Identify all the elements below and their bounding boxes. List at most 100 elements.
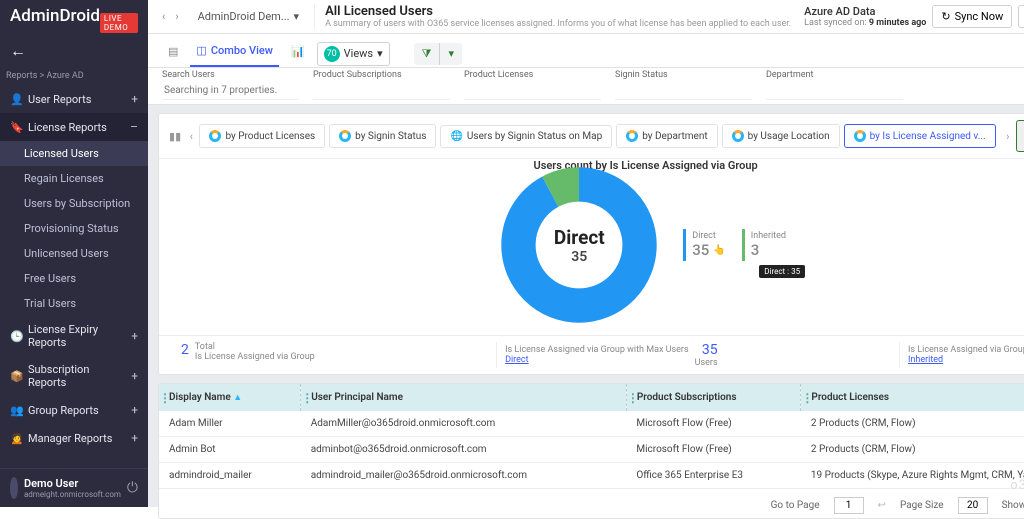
filter-department[interactable]: Department bbox=[766, 68, 903, 100]
tabs-next-icon[interactable]: › bbox=[1000, 130, 1016, 143]
expand-icon[interactable]: + bbox=[131, 403, 138, 417]
search-users-label: Search Users bbox=[162, 70, 299, 80]
tab-license-assigned[interactable]: by Is License Assigned v... bbox=[844, 124, 996, 148]
views-dropdown[interactable]: 70 Views ▾ bbox=[317, 42, 390, 66]
collapse-icon[interactable]: – bbox=[130, 120, 138, 134]
chart-metrics: 2 Total Is License Assigned via Group Is… bbox=[159, 335, 1024, 374]
chevron-down-icon: ▾ bbox=[377, 47, 383, 60]
cell: 19 Products (Skype, Azure Rights Mgmt, C… bbox=[801, 463, 1024, 489]
chart-type-icon[interactable]: ▮▮ bbox=[167, 130, 183, 143]
filter-input[interactable] bbox=[766, 82, 903, 100]
donut-icon bbox=[732, 130, 744, 142]
search-users-group: Search Users bbox=[162, 68, 299, 100]
legend-direct[interactable]: Direct 35👆 bbox=[683, 229, 732, 261]
current-user[interactable]: Demo User admeight.onmicrosoft.com ⏻ bbox=[0, 468, 148, 507]
goto-input[interactable] bbox=[834, 497, 864, 514]
nav-group-reports[interactable]: 👥 Group Reports + bbox=[0, 396, 148, 424]
drag-icon[interactable]: ⋮ bbox=[301, 391, 313, 405]
tab-signin-map[interactable]: 🌐Users by Signin Status on Map bbox=[440, 125, 612, 148]
nav-manager-reports[interactable]: 🙍 Manager Reports + bbox=[0, 424, 148, 452]
nav-label: Subscription Reports bbox=[28, 363, 125, 389]
table-row[interactable]: Admin Botadminbot@o365droid.onmicrosoft.… bbox=[159, 437, 1024, 463]
nav-subscription-reports[interactable]: 📦 Subscription Reports + bbox=[0, 356, 148, 396]
goto-submit-icon[interactable]: ↩ bbox=[878, 500, 886, 511]
sync-now-button[interactable]: ↻ Sync Now bbox=[932, 5, 1012, 28]
sub-free-users[interactable]: Free Users bbox=[0, 266, 148, 291]
center-value: 35 bbox=[571, 249, 587, 265]
table-panel: ▥ ⋮Display Name ▲ ⋮User Principal Name ⋮… bbox=[158, 383, 1024, 519]
drag-icon[interactable]: ⋮ bbox=[627, 391, 639, 405]
back-icon[interactable]: ← bbox=[10, 41, 26, 60]
filter-licenses[interactable]: Product Licenses bbox=[464, 68, 601, 100]
header: ‹ › AdminDroid Dem... ▾ All Licensed Use… bbox=[148, 0, 1024, 34]
tenant-selector[interactable]: AdminDroid Dem... ▾ bbox=[191, 6, 306, 27]
nav-license-reports[interactable]: 🔖 License Reports – bbox=[0, 113, 148, 141]
filter-button[interactable]: ⧩▾ bbox=[414, 43, 462, 65]
more-button[interactable]: ⋯ bbox=[1018, 5, 1024, 28]
expand-icon[interactable]: + bbox=[131, 431, 138, 445]
power-icon[interactable]: ⏻ bbox=[127, 480, 138, 496]
search-users-input[interactable] bbox=[162, 82, 299, 100]
tab-usage-location[interactable]: by Usage Location bbox=[722, 124, 840, 148]
sub-trial-users[interactable]: Trial Users bbox=[0, 291, 148, 316]
legend-label: Inherited bbox=[751, 231, 786, 241]
donut-chart[interactable]: Direct 35 bbox=[499, 165, 659, 325]
sync-meta: Azure AD Data Last synced on: 9 minutes … bbox=[804, 5, 926, 28]
tabs-prev-icon[interactable]: ‹ bbox=[183, 130, 199, 143]
metric-link[interactable]: Inherited bbox=[908, 355, 1024, 365]
filter-input[interactable] bbox=[313, 82, 450, 100]
nav-prev-icon[interactable]: ‹ bbox=[158, 10, 169, 23]
nav-license-expiry[interactable]: 🕒 License Expiry Reports + bbox=[0, 316, 148, 356]
donut-icon bbox=[209, 130, 221, 142]
live-demo-badge: LIVE DEMO bbox=[100, 13, 138, 33]
sub-unlicensed-users[interactable]: Unlicensed Users bbox=[0, 241, 148, 266]
showing-label: Showing 1 - 20 of 72 Users bbox=[1002, 500, 1024, 511]
pagesize-input[interactable] bbox=[958, 497, 988, 514]
drag-icon[interactable]: ⋮ bbox=[801, 391, 813, 405]
page-subtitle: A summary of users with O365 service lic… bbox=[325, 19, 796, 29]
col-subscriptions[interactable]: ⋮Product Subscriptions bbox=[626, 384, 801, 411]
col-licenses[interactable]: ⋮Product Licenses bbox=[801, 384, 1024, 411]
cell: 2 Products (CRM, Flow) bbox=[801, 411, 1024, 437]
nav-user-reports[interactable]: 👤 User Reports + bbox=[0, 85, 148, 113]
nav-next-icon[interactable]: › bbox=[171, 10, 182, 23]
view-chart-icon[interactable]: 📊 bbox=[285, 41, 311, 66]
table-row[interactable]: admindroid_maileradmindroid_mailer@o365d… bbox=[159, 463, 1024, 489]
expand-icon[interactable]: + bbox=[131, 92, 138, 106]
view-list-icon[interactable]: ▤ bbox=[162, 41, 184, 66]
manager-icon: 🙍 bbox=[10, 432, 22, 445]
combo-view-label: Combo View bbox=[211, 44, 273, 57]
cell: adminbot@o365droid.onmicrosoft.com bbox=[301, 437, 627, 463]
legend-inherited[interactable]: Inherited 3 bbox=[742, 229, 792, 261]
legend-value: 3 bbox=[751, 241, 786, 259]
filter-subscriptions[interactable]: Product Subscriptions bbox=[313, 68, 450, 100]
azure-label: Azure AD Data bbox=[804, 5, 926, 18]
col-label: Display Name bbox=[169, 392, 231, 403]
cell: Admin Bot bbox=[159, 437, 301, 463]
sort-asc-icon: ▲ bbox=[233, 393, 242, 403]
combo-view-tab[interactable]: ◫ Combo View bbox=[190, 40, 279, 67]
avatar bbox=[10, 477, 18, 499]
sub-regain-licenses[interactable]: Regain Licenses bbox=[0, 166, 148, 191]
col-display-name[interactable]: ⋮Display Name ▲ bbox=[159, 384, 301, 411]
nav-label: User Reports bbox=[28, 93, 125, 106]
filter-input[interactable] bbox=[615, 82, 752, 100]
filter-input[interactable] bbox=[464, 82, 601, 100]
sub-provisioning-status[interactable]: Provisioning Status bbox=[0, 216, 148, 241]
metric-label: Total bbox=[195, 342, 315, 352]
tab-signin-status[interactable]: by Signin Status bbox=[329, 124, 436, 148]
tab-department[interactable]: by Department bbox=[616, 124, 717, 148]
filter-signin-status[interactable]: Signin Status bbox=[615, 68, 752, 100]
drag-icon[interactable]: ⋮ bbox=[159, 391, 171, 405]
sub-users-by-subscription[interactable]: Users by Subscription bbox=[0, 191, 148, 216]
col-upn[interactable]: ⋮User Principal Name bbox=[301, 384, 627, 411]
add-chart-button[interactable]: ▦ Add Chart bbox=[1016, 120, 1024, 152]
col-label: Product Licenses bbox=[811, 392, 889, 403]
metric-link[interactable]: Direct bbox=[505, 355, 689, 365]
expand-icon[interactable]: + bbox=[131, 329, 138, 343]
tab-product-licenses[interactable]: by Product Licenses bbox=[199, 124, 325, 148]
metric-min: Is License Assigned via Group with Min U… bbox=[899, 342, 1024, 368]
sub-licensed-users[interactable]: Licensed Users bbox=[0, 141, 148, 166]
expand-icon[interactable]: + bbox=[131, 369, 138, 383]
table-row[interactable]: Adam MillerAdamMiller@o365droid.onmicros… bbox=[159, 411, 1024, 437]
